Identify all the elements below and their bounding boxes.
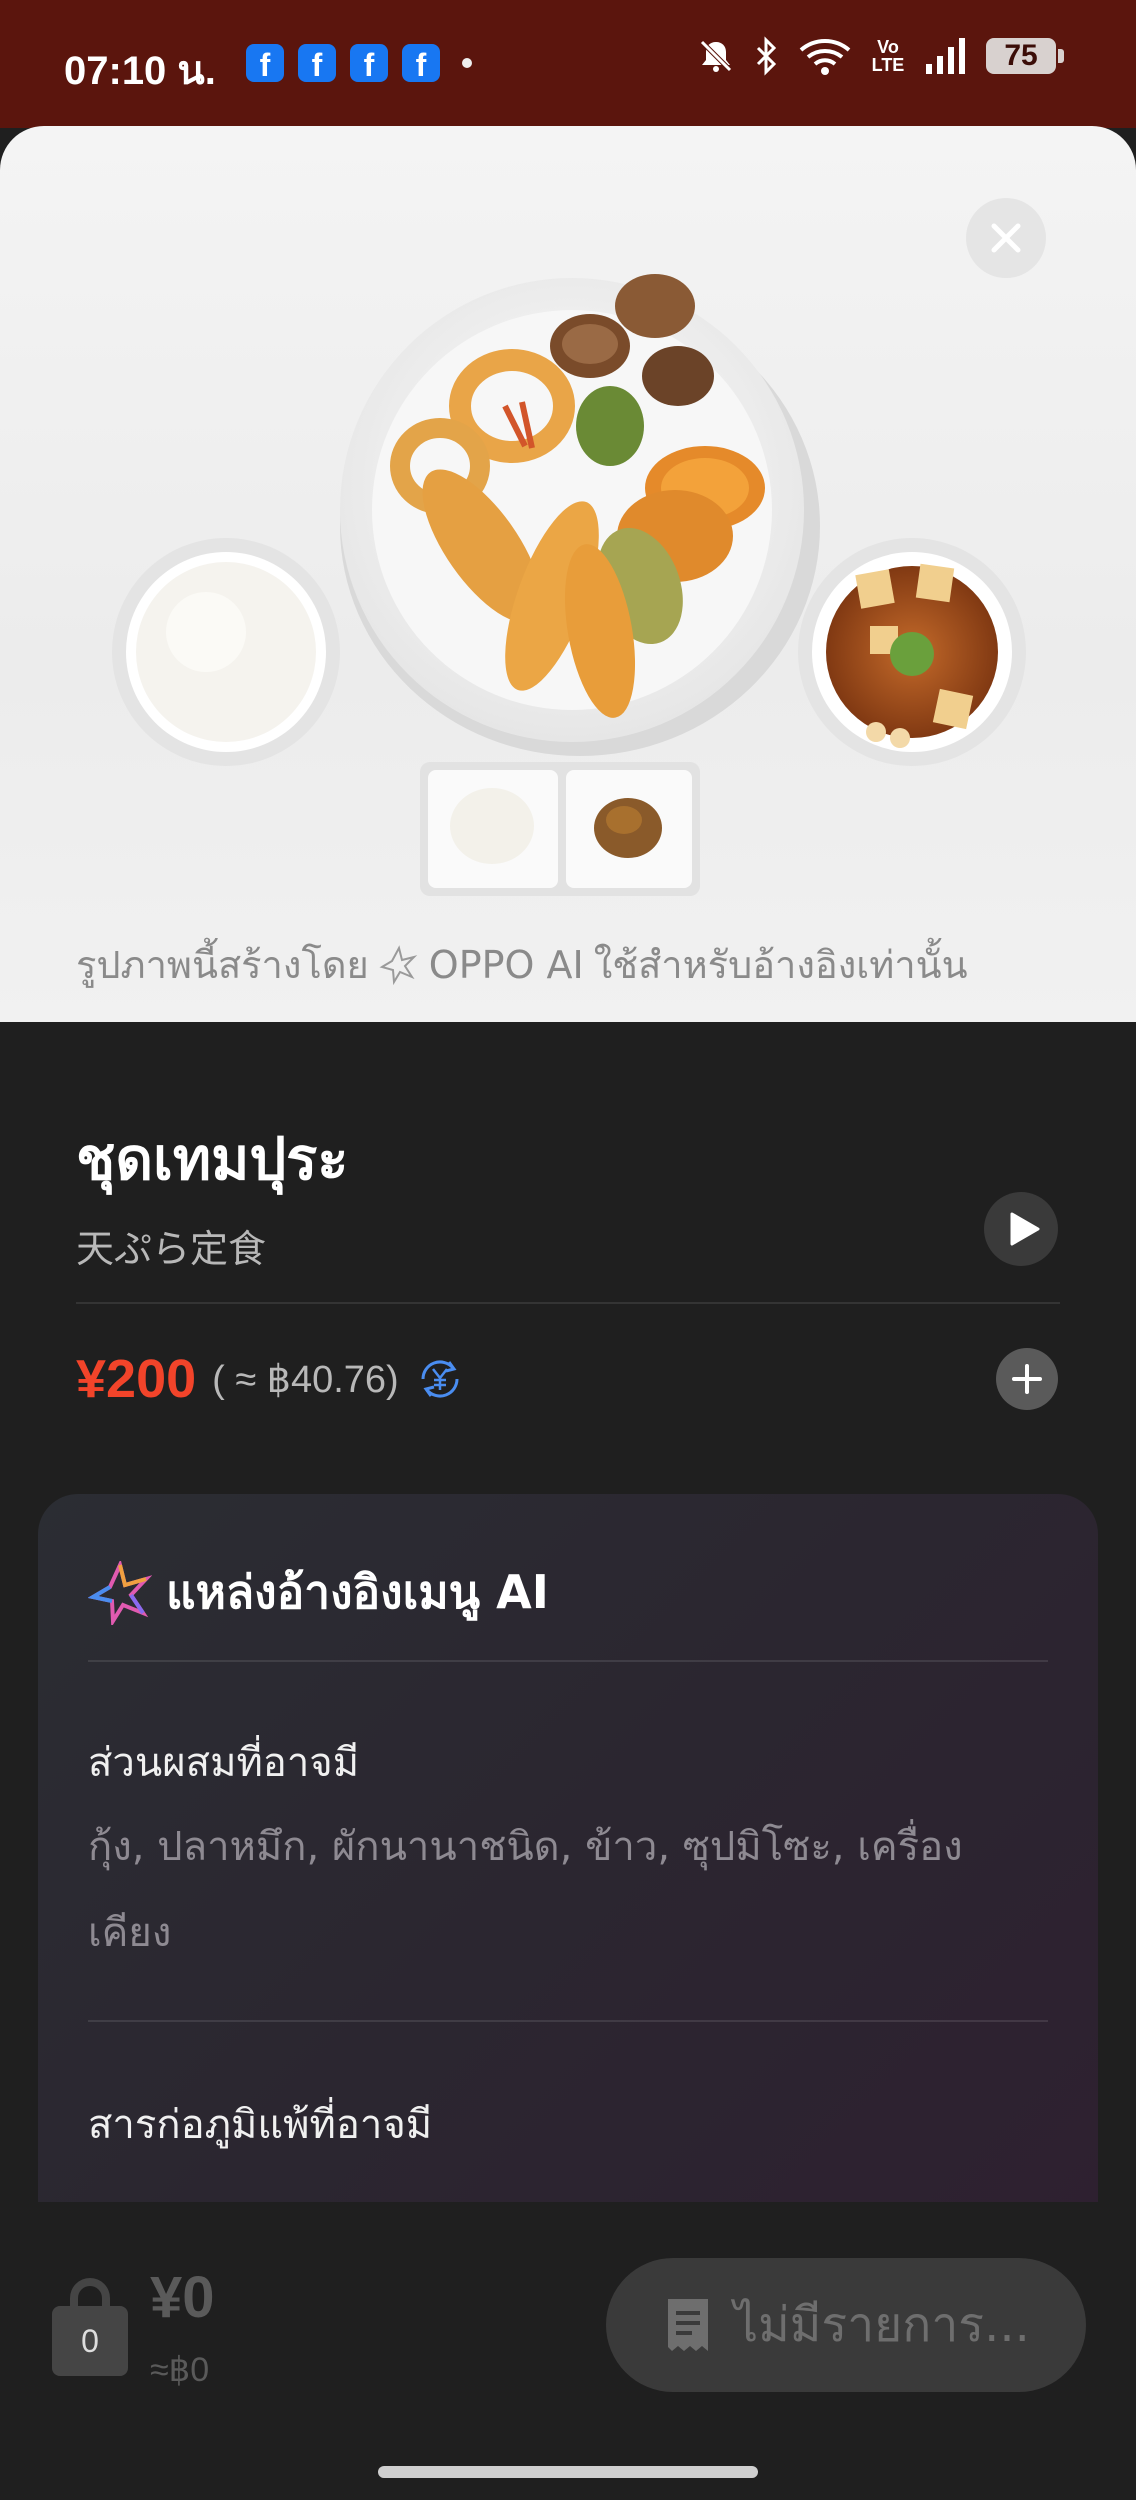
bluetooth-icon xyxy=(756,36,777,76)
ai-menu-reference-card: แหล่งอ้างอิงเมนู AI ส่วนผสมที่อาจมี กุ้ง… xyxy=(38,1494,1098,2254)
caption-brand: OPPO AI xyxy=(428,942,584,987)
ingredients-label: ส่วนผสมที่อาจมี xyxy=(88,1740,360,1786)
signal-icon xyxy=(926,38,965,74)
divider xyxy=(76,1302,1060,1304)
divider xyxy=(88,2020,1048,2022)
divider xyxy=(88,1660,1048,1662)
facebook-icon: f xyxy=(246,44,284,83)
ai-image-disclaimer: รูปภาพนี้สร้างโดย OPPO AI ใช้สำหรับอ้างอ… xyxy=(76,934,968,995)
status-icons: Vo LTE 75 xyxy=(696,36,1064,76)
ai-card-header: แหล่งอ้างอิงเมนู AI xyxy=(88,1556,549,1629)
status-bar: 07:10 น. f f f f Vo LTE 75 xyxy=(0,0,1136,128)
dish-image: รูปภาพนี้สร้างโดย OPPO AI ใช้สำหรับอ้างอ… xyxy=(0,126,1136,1022)
ai-sparkle-icon xyxy=(88,1560,152,1625)
order-button-label: ไม่มีรายการ... xyxy=(734,2297,1030,2353)
home-indicator[interactable] xyxy=(378,2466,758,2478)
ingredients-text: กุ้ง, ปลาหมึก, ผักนานาชนิด, ข้าว, ซุปมิโ… xyxy=(88,1824,963,1956)
cart-total-converted: ≈฿0 xyxy=(150,2351,210,2389)
ai-sparkle-icon xyxy=(379,944,418,985)
plus-icon xyxy=(1012,1364,1042,1394)
more-notifications-dot xyxy=(462,58,472,68)
caption-prefix: รูปภาพนี้สร้างโดย xyxy=(76,943,369,987)
price-row: ¥200 ( ≈ ฿40.76) xyxy=(76,1348,465,1410)
allergens-label: สารก่อภูมิแพ้ที่อาจมี xyxy=(88,2102,433,2148)
dish-price: ¥200 xyxy=(76,1349,197,1409)
cart-count: 0 xyxy=(52,2306,128,2376)
play-pronunciation-button[interactable] xyxy=(984,1192,1058,1266)
notification-icons: f f f f xyxy=(246,44,472,83)
dish-original-name: 天ぷら定食 xyxy=(76,1227,267,1271)
order-list-button[interactable]: ไม่มีรายการ... xyxy=(606,2258,1086,2392)
mute-bell-icon xyxy=(700,40,732,72)
status-time: 07:10 น. xyxy=(64,49,216,93)
volte-indicator: Vo LTE xyxy=(871,37,905,75)
cart-total: ¥0 xyxy=(150,2265,215,2330)
ai-card-title: แหล่งอ้างอิงเมนู AI xyxy=(166,1565,549,1619)
add-to-order-button[interactable] xyxy=(996,1348,1058,1410)
receipt-icon xyxy=(668,2299,708,2351)
dish-title: ชุดเทมปุระ xyxy=(76,1125,349,1193)
facebook-icon: f xyxy=(402,44,440,83)
currency-convert-icon[interactable] xyxy=(415,1354,465,1404)
wifi-icon xyxy=(799,39,851,75)
close-icon xyxy=(991,223,1021,253)
caption-suffix: ใช้สำหรับอ้างอิงเท่านั้น xyxy=(593,943,968,987)
cart-button[interactable]: 0 xyxy=(52,2276,128,2376)
battery-level: 75 xyxy=(986,38,1064,74)
converted-price: ( ≈ ฿40.76) xyxy=(212,1358,399,1401)
facebook-icon: f xyxy=(298,44,336,83)
facebook-icon: f xyxy=(350,44,388,83)
play-icon xyxy=(1010,1212,1040,1246)
cart-bar: 0 ¥0 ≈฿0 ไม่มีรายการ... xyxy=(0,2202,1136,2500)
close-button[interactable] xyxy=(966,198,1046,278)
